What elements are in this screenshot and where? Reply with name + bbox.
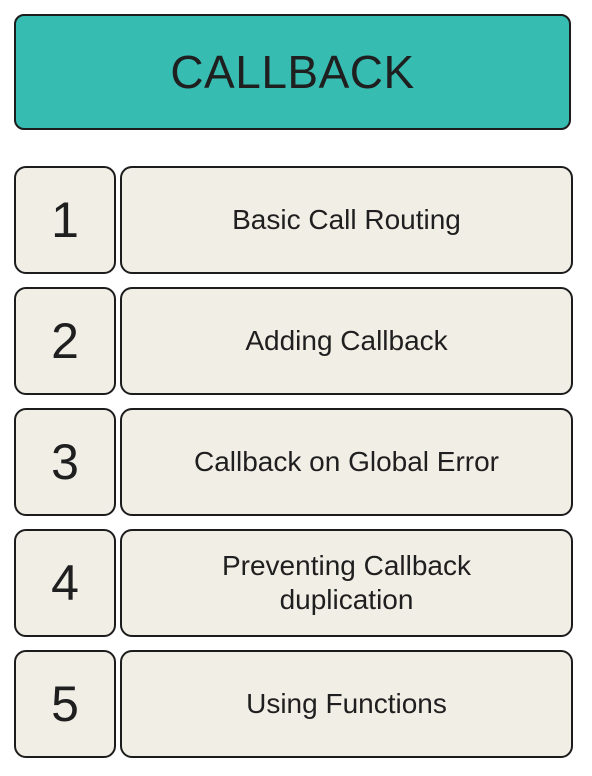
step-label: Callback on Global Error	[193, 446, 500, 478]
step-number: 4	[51, 555, 79, 611]
step-number: 2	[51, 313, 79, 369]
step-row: 2 Adding Callback	[14, 287, 573, 395]
step-number-box: 5	[14, 650, 116, 758]
step-label: Using Functions	[246, 688, 447, 720]
step-number: 3	[51, 434, 79, 490]
step-row: 3 Callback on Global Error	[14, 408, 573, 516]
step-number-box: 1	[14, 166, 116, 274]
step-number-box: 4	[14, 529, 116, 637]
step-number-box: 3	[14, 408, 116, 516]
step-label-box: Using Functions	[120, 650, 573, 758]
step-label-box: Basic Call Routing	[120, 166, 573, 274]
step-row: 5 Using Functions	[14, 650, 573, 758]
step-row: 4 Preventing Callback duplication	[14, 529, 573, 637]
step-number-box: 2	[14, 287, 116, 395]
step-number: 1	[51, 192, 79, 248]
page-title: CALLBACK	[170, 46, 415, 98]
step-label-box: Adding Callback	[120, 287, 573, 395]
step-label: Adding Callback	[245, 325, 448, 357]
step-label-box: Preventing Callback duplication	[120, 529, 573, 637]
step-number: 5	[51, 676, 79, 732]
step-row: 1 Basic Call Routing	[14, 166, 573, 274]
step-label: Basic Call Routing	[232, 204, 461, 236]
title-banner: CALLBACK	[14, 14, 571, 130]
step-label: Preventing Callback duplication	[221, 550, 472, 615]
step-label-box: Callback on Global Error	[120, 408, 573, 516]
